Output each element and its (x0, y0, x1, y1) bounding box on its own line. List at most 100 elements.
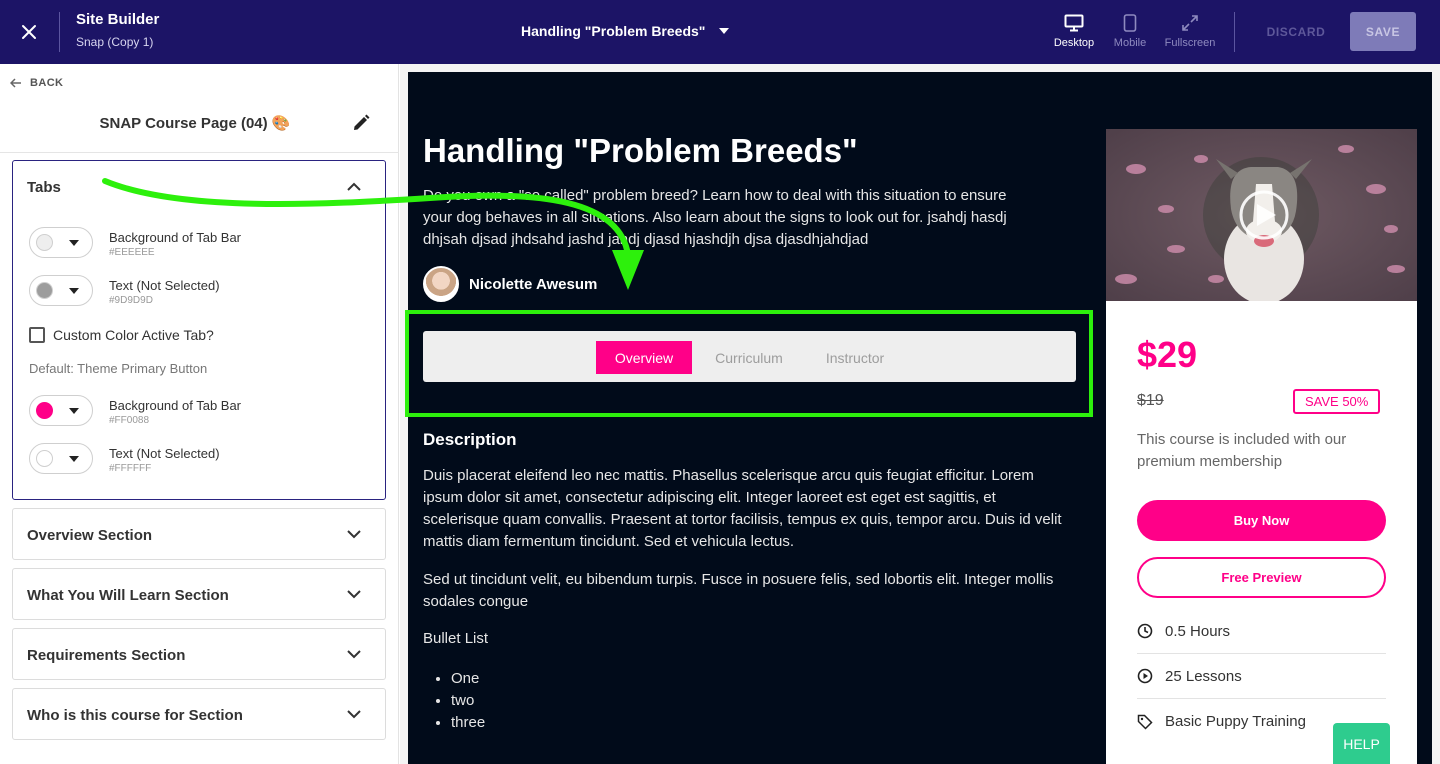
discard-button[interactable]: DISCARD (1252, 14, 1340, 50)
author-info: Nicolette Awesum (423, 266, 597, 302)
color-swatch (36, 402, 53, 419)
dog-photo (1106, 129, 1417, 301)
play-circle-icon (1137, 668, 1153, 684)
collapse-toggle[interactable] (347, 178, 361, 196)
caret-down-icon (69, 240, 79, 246)
pencil-icon (354, 114, 370, 130)
duration-row: 0.5 Hours (1137, 609, 1386, 654)
close-button[interactable] (14, 17, 44, 47)
list-item: One (451, 668, 485, 690)
color-picker-button[interactable] (29, 227, 93, 258)
avatar (423, 266, 459, 302)
edit-title-button[interactable] (352, 114, 372, 134)
app-title: Site Builder (76, 11, 160, 28)
color-swatch (36, 234, 53, 251)
list-item: two (451, 690, 485, 712)
category-text: Basic Puppy Training (1165, 713, 1306, 730)
page-selector[interactable]: Handling "Problem Breeds" (521, 23, 730, 39)
caret-down-icon (719, 28, 730, 34)
desktop-view-button[interactable]: Desktop (1046, 14, 1102, 49)
course-price: $29 (1137, 334, 1198, 375)
page-title: SNAP Course Page (04) 🎨 (99, 115, 291, 132)
back-link[interactable]: BACK (10, 77, 63, 89)
save-button[interactable]: SAVE (1350, 12, 1416, 51)
fullscreen-icon (1182, 15, 1198, 31)
help-button[interactable]: HELP (1333, 723, 1390, 764)
color-label: Background of Tab Bar (109, 230, 242, 245)
lessons-row: 25 Lessons (1137, 654, 1386, 699)
lessons-text: 25 Lessons (1165, 667, 1242, 685)
clock-icon (1137, 623, 1153, 639)
what-you-will-learn-section-card[interactable]: What You Will Learn Section (12, 568, 386, 620)
color-picker-button[interactable] (29, 275, 93, 306)
course-video-thumbnail[interactable] (1106, 129, 1417, 301)
color-swatch (36, 282, 53, 299)
chevron-down-icon (347, 646, 361, 664)
default-note: Default: Theme Primary Button (29, 361, 208, 376)
back-label: BACK (30, 77, 64, 89)
section-title: Requirements Section (27, 647, 186, 664)
mobile-view-label: Mobile (1113, 37, 1147, 49)
caret-down-icon (69, 456, 79, 462)
section-title: Overview Section (27, 527, 153, 544)
checkbox-label: Custom Color Active Tab? (53, 327, 214, 343)
color-hex: #FFFFFF (109, 463, 152, 474)
bullet-list-title: Bullet List (423, 630, 489, 647)
arrow-left-icon (10, 78, 21, 88)
buy-now-button[interactable]: Buy Now (1137, 500, 1386, 541)
chevron-down-icon (347, 706, 361, 724)
tabs-settings-card: Tabs Background of Tab Bar #EEEEEE Text … (12, 160, 386, 500)
desktop-view-label: Desktop (1053, 37, 1095, 49)
color-hex: #EEEEEE (109, 247, 155, 258)
color-label: Background of Tab Bar (109, 398, 242, 413)
color-swatch (36, 450, 53, 467)
section-title: What You Will Learn Section (27, 587, 229, 604)
list-item: three (451, 712, 485, 734)
course-title: Handling "Problem Breeds" (423, 132, 858, 169)
tabs-card-title: Tabs (27, 179, 61, 196)
duration-text: 0.5 Hours (1165, 622, 1231, 640)
divider (1234, 12, 1235, 52)
course-card: $29 $19 SAVE 50% This course is included… (1106, 129, 1417, 764)
color-hex: #FF0088 (109, 415, 150, 426)
color-picker-button[interactable] (29, 443, 93, 474)
fullscreen-view-button[interactable]: Fullscreen (1162, 14, 1218, 49)
discount-badge: SAVE 50% (1293, 389, 1381, 414)
caret-down-icon (69, 408, 79, 414)
free-preview-button[interactable]: Free Preview (1137, 557, 1386, 598)
fullscreen-view-label: Fullscreen (1164, 37, 1216, 49)
page-preview: Handling "Problem Breeds" Do you own a "… (408, 72, 1432, 764)
requirements-section-card[interactable]: Requirements Section (12, 628, 386, 680)
settings-panel: BACK SNAP Course Page (04) 🎨 Tabs Backgr… (0, 64, 399, 764)
checkbox[interactable] (29, 327, 45, 343)
color-hex: #9D9D9D (109, 295, 153, 306)
course-description: Do you own a "so called" problem breed? … (423, 187, 1007, 248)
membership-note: This course is included with our premium… (1137, 431, 1347, 470)
color-label: Text (Not Selected) (109, 446, 220, 461)
who-is-this-course-for-section-card[interactable]: Who is this course for Section (12, 688, 386, 740)
mobile-icon (1123, 14, 1137, 32)
caret-down-icon (69, 288, 79, 294)
chevron-down-icon (347, 526, 361, 544)
site-name: Snap (Copy 1) (76, 35, 154, 49)
bullet-list: One two three (445, 668, 485, 734)
divider (0, 152, 399, 153)
close-icon[interactable] (21, 24, 37, 40)
author-name: Nicolette Awesum (469, 275, 598, 293)
desktop-icon (1064, 14, 1084, 32)
color-picker-button[interactable] (29, 395, 93, 426)
section-title: Who is this course for Section (27, 707, 243, 724)
custom-active-tab-checkbox[interactable]: Custom Color Active Tab? (29, 327, 214, 343)
original-price: $19 (1137, 392, 1164, 409)
mobile-view-button[interactable]: Mobile (1102, 14, 1158, 49)
description-heading: Description (423, 430, 517, 449)
chevron-down-icon (347, 586, 361, 604)
top-bar: Site Builder Snap (Copy 1) Handling "Pro… (0, 0, 1440, 64)
overview-section-card[interactable]: Overview Section (12, 508, 386, 560)
page-selector-label: Handling "Problem Breeds" (521, 23, 706, 39)
divider (59, 12, 60, 52)
tag-icon (1137, 714, 1153, 730)
annotation-highlight-box (405, 310, 1093, 417)
color-label: Text (Not Selected) (109, 278, 220, 293)
description-paragraph: Sed ut tincidunt velit, eu bibendum turp… (423, 571, 1054, 610)
